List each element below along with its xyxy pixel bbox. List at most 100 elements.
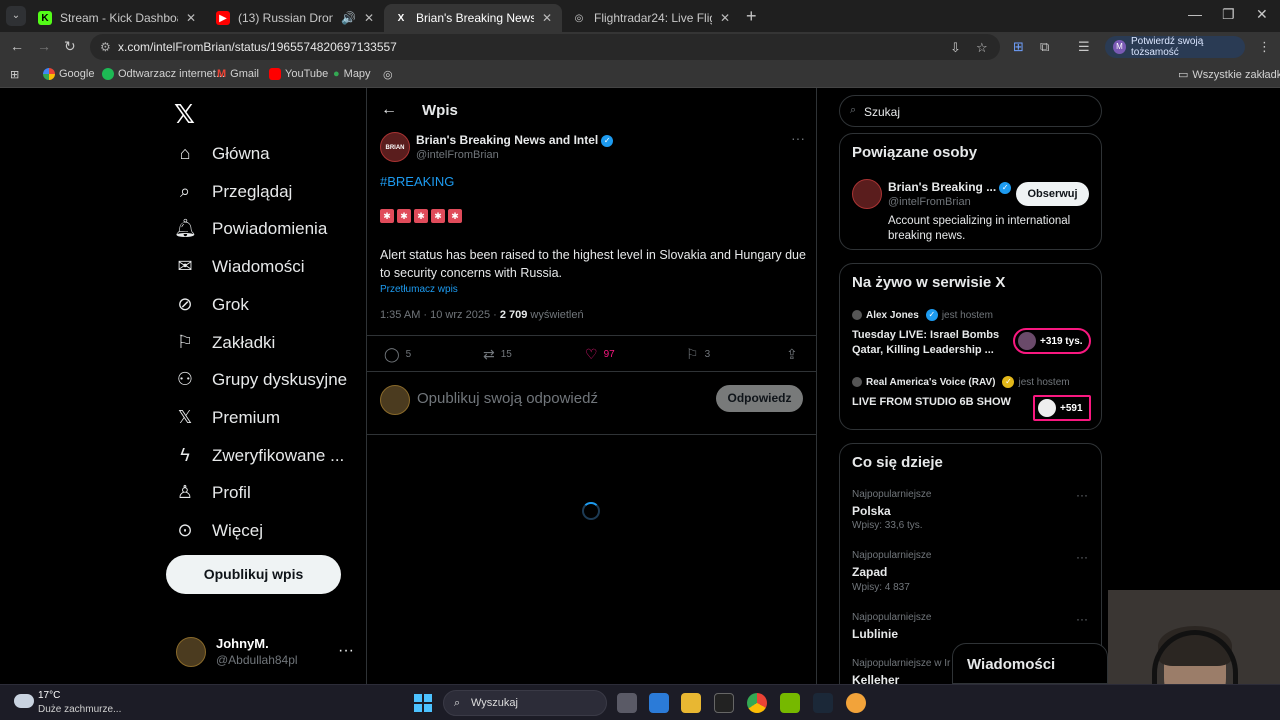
minimize-icon[interactable]: — <box>1188 6 1202 22</box>
bookmark-youtube[interactable]: YouTube <box>269 68 328 80</box>
address-bar[interactable]: ⚙ x.com/intelFromBrian/status/1965574820… <box>90 34 1000 60</box>
forward-icon[interactable]: → <box>37 38 51 54</box>
nav-item-grok[interactable]: ⊘ Grok <box>174 294 248 315</box>
close-icon[interactable]: ✕ <box>720 11 730 25</box>
bookmark-button[interactable]: ⚐ 3 <box>686 346 710 363</box>
reply-input[interactable]: Opublikuj swoją odpowiedź <box>417 390 598 407</box>
file-explorer-icon[interactable] <box>681 693 701 713</box>
nav-label: Zakładki <box>212 332 276 352</box>
account-switcher[interactable]: JohnyM. @Abdullah84pl <box>176 636 298 667</box>
tab-youtube[interactable]: ▶ (13) Russian Drones Report 🔊 ✕ <box>206 4 384 32</box>
live-host[interactable]: Alex Jones ✓ jest hostem <box>852 309 993 321</box>
more-icon[interactable]: ··· <box>1076 488 1088 502</box>
author-avatar[interactable]: BRIAN <box>380 132 410 162</box>
post-time[interactable]: 1:35 AM · 10 wrz 2025 · <box>380 309 500 321</box>
reading-list-icon[interactable]: ☰ <box>1078 39 1090 55</box>
nav-item-more[interactable]: ⊙ Więcej <box>174 520 263 541</box>
share-button[interactable]: ⇪ <box>786 346 798 363</box>
trend-name[interactable]: Lublinie <box>852 627 898 641</box>
more-icon[interactable]: ··· <box>1076 612 1088 626</box>
author-handle[interactable]: @intelFromBrian <box>416 149 499 161</box>
notion-icon[interactable] <box>714 693 734 713</box>
chrome-menu-icon[interactable]: ⋮ <box>1258 39 1271 55</box>
extensions-icon[interactable]: ⧉ <box>1040 39 1049 55</box>
messages-drawer[interactable]: Wiadomości <box>952 643 1108 684</box>
live-listeners-badge[interactable]: +591 <box>1033 395 1091 421</box>
search-icon: ⌕ <box>179 181 191 201</box>
tab-kick[interactable]: K Stream - Kick Dashboard ✕ <box>28 4 206 32</box>
tab-flightradar[interactable]: ◎ Flightradar24: Live Flight Tracker ✕ <box>562 4 740 32</box>
more-icon[interactable]: ··· <box>791 130 805 146</box>
close-icon[interactable]: ✕ <box>364 11 374 25</box>
tab-x-active[interactable]: X Brian's Breaking News and Intel ✕ <box>384 4 562 32</box>
nav-label: Profil <box>212 482 251 502</box>
app-icon[interactable] <box>846 693 866 713</box>
windows-start-icon[interactable] <box>414 694 432 712</box>
nav-item-profile[interactable]: ♙ Profil <box>174 482 251 503</box>
nav-item-messages[interactable]: ✉ Wiadomości <box>174 256 304 277</box>
install-app-icon[interactable]: ⇩ <box>950 40 961 56</box>
site-info-icon[interactable]: ⚙ <box>100 40 111 54</box>
translate-post-link[interactable]: Przetłumacz wpis <box>380 284 458 295</box>
more-icon[interactable]: ··· <box>1076 550 1088 564</box>
live-title[interactable]: Tuesday LIVE: Israel Bombs Qatar, Killin… <box>852 328 1012 358</box>
steam-icon[interactable] <box>813 693 833 713</box>
follow-button[interactable]: Obserwuj <box>1016 182 1089 206</box>
bookmark-google[interactable]: Google <box>43 68 94 80</box>
tab-search-icon[interactable]: ⌄ <box>6 6 26 26</box>
close-icon[interactable]: ✕ <box>542 11 552 25</box>
trend-name[interactable]: Polska <box>852 504 891 518</box>
apps-grid-icon[interactable]: ⊞ <box>10 68 19 81</box>
window-close-icon[interactable]: ✕ <box>1256 6 1268 23</box>
reply-count: 5 <box>405 349 412 360</box>
like-button[interactable]: ♡ 97 <box>585 346 615 363</box>
restore-icon[interactable]: ❐ <box>1222 6 1235 23</box>
windows-taskbar: 17°C Duże zachmurze... ⌕ Wyszukaj <box>0 684 1280 720</box>
repost-button[interactable]: ⇄ 15 <box>483 346 512 363</box>
trend-name[interactable]: Zapad <box>852 565 887 579</box>
back-arrow-icon[interactable]: ← <box>381 101 397 119</box>
taskbar-search[interactable]: ⌕ Wyszukaj <box>443 690 607 716</box>
task-view-icon[interactable] <box>617 693 637 713</box>
weather-description[interactable]: Duże zachmurze... <box>38 704 121 715</box>
translate-icon[interactable]: ⊞ <box>1013 39 1024 55</box>
nav-item-explore[interactable]: ⌕ Przeglądaj <box>174 181 292 202</box>
hashtag-link[interactable]: #BREAKING <box>380 174 454 189</box>
chrome-icon[interactable] <box>747 693 767 713</box>
related-name[interactable]: Brian's Breaking ... ✓ <box>888 180 1012 194</box>
nav-item-communities[interactable]: ⚇ Grupy dyskusyjne <box>174 369 347 390</box>
reply-button[interactable]: ◯ 5 <box>384 346 411 363</box>
bookmark-maps[interactable]: ● Mapy <box>333 68 371 80</box>
speaker-icon[interactable]: 🔊 <box>341 11 356 25</box>
bookmark-gmail[interactable]: M Gmail <box>217 68 259 80</box>
live-host[interactable]: Real America's Voice (RAV) ✓ jest hostem <box>852 376 1070 388</box>
new-tab-icon[interactable]: + <box>746 6 757 27</box>
close-icon[interactable]: ✕ <box>186 11 196 25</box>
x-logo-icon[interactable]: 𝕏 <box>174 99 195 130</box>
reload-icon[interactable]: ↻ <box>64 38 76 55</box>
cloud-icon[interactable] <box>14 694 34 708</box>
reply-submit-button[interactable]: Odpowiedz <box>716 385 803 412</box>
nvidia-icon[interactable] <box>780 693 800 713</box>
verify-identity-button[interactable]: M Potwierdź swoją tożsamość <box>1105 36 1245 58</box>
youtube-icon: ▶ <box>216 11 230 25</box>
nav-item-verified-orgs[interactable]: ϟ Zweryfikowane ... <box>174 445 344 466</box>
live-title[interactable]: LIVE FROM STUDIO 6B SHOW <box>852 395 1012 410</box>
bookmark-star-icon[interactable]: ☆ <box>976 40 988 56</box>
nav-item-home[interactable]: ⌂ Główna <box>174 143 270 164</box>
all-bookmarks[interactable]: ▭ Wszystkie zakładki <box>1178 68 1280 82</box>
nav-item-notifications[interactable]: 🔔︎ Powiadomienia <box>174 218 327 239</box>
author-avatar[interactable] <box>852 179 882 209</box>
store-icon[interactable] <box>649 693 669 713</box>
author-name-link[interactable]: Brian's Breaking News and Intel ✓ <box>416 133 614 147</box>
more-icon[interactable]: ··· <box>338 642 354 660</box>
bookmark-spotify[interactable]: Odtwarzacz internet... <box>102 68 225 80</box>
live-listeners-badge[interactable]: +319 tys. <box>1013 328 1091 354</box>
search-input[interactable]: ⌕ Szukaj <box>839 95 1102 127</box>
temperature[interactable]: 17°C <box>38 690 60 701</box>
nav-item-bookmarks[interactable]: ⚐ Zakładki <box>174 332 275 353</box>
back-icon[interactable]: ← <box>10 38 24 54</box>
nav-item-premium[interactable]: 𝕏 Premium <box>174 407 280 428</box>
post-button[interactable]: Opublikuj wpis <box>166 555 341 594</box>
bookmark-globe[interactable]: ◎ <box>383 68 393 81</box>
